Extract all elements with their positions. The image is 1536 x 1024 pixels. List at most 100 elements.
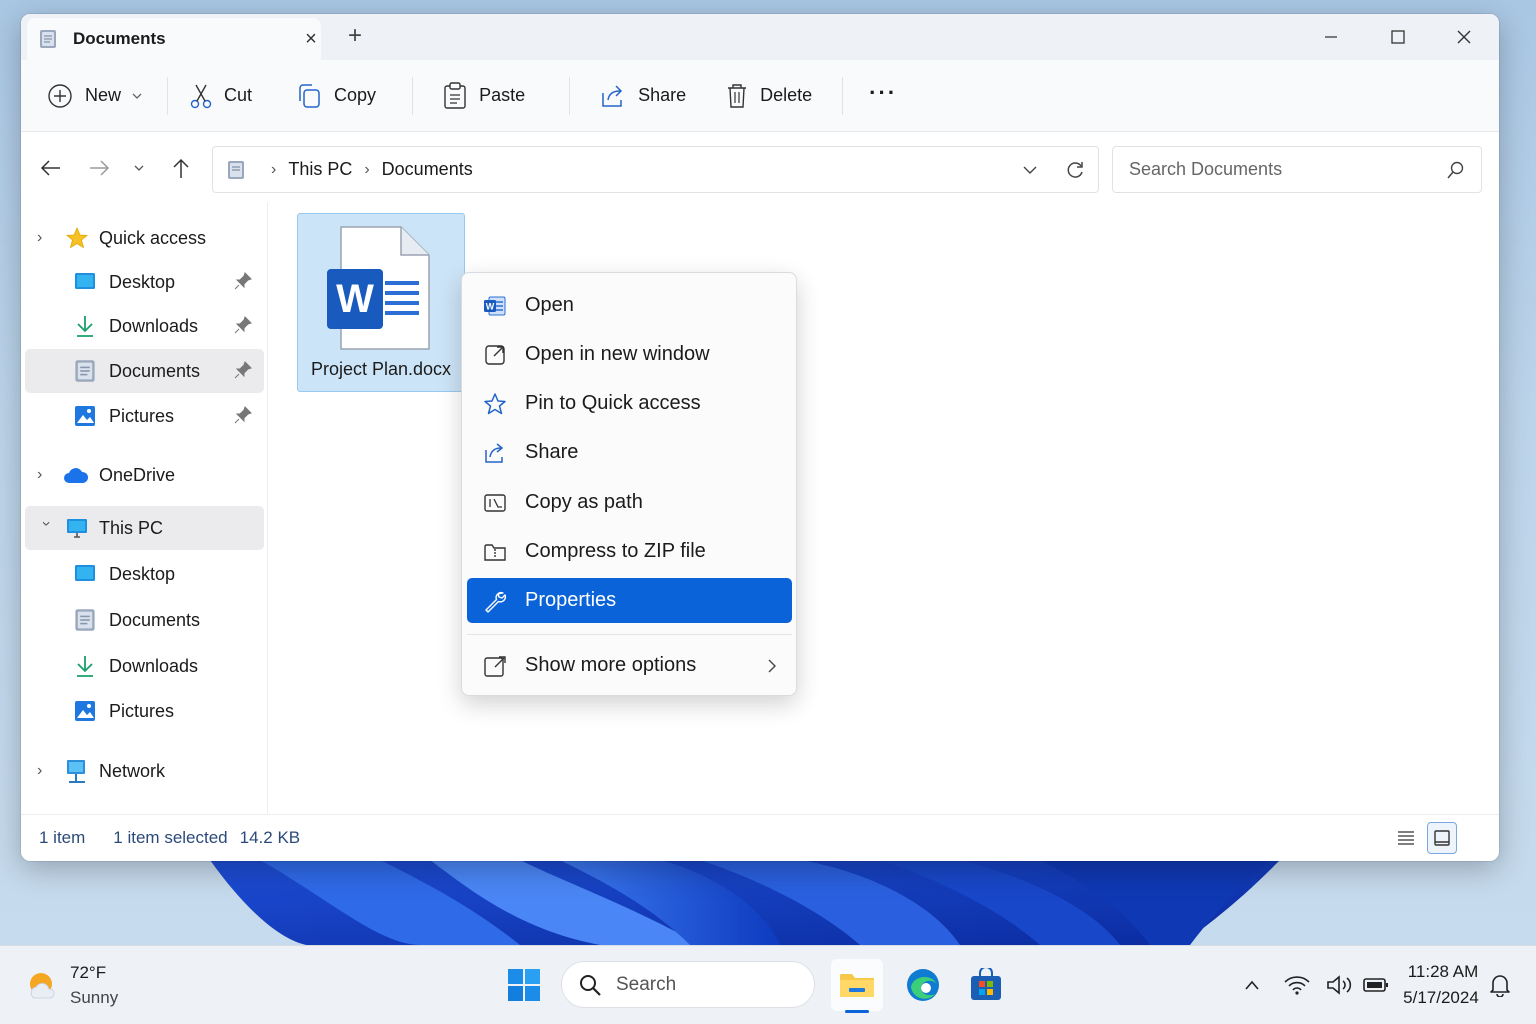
nav-label: Desktop xyxy=(109,563,176,584)
large-icons-view-button[interactable] xyxy=(1427,822,1457,854)
menu-item-label: Pin to Quick access xyxy=(525,392,701,414)
search-icon xyxy=(580,975,601,996)
taskbar-edge[interactable] xyxy=(897,959,949,1011)
nav-quick-access[interactable]: › Quick access xyxy=(25,216,264,260)
taskbar-search[interactable]: Search xyxy=(561,961,815,1008)
wifi-icon xyxy=(1284,976,1310,995)
nav-this-pc[interactable]: › This PC xyxy=(25,506,264,550)
refresh-icon[interactable] xyxy=(1065,160,1085,180)
documents-folder-icon xyxy=(228,160,244,179)
expand-chevron-icon[interactable]: › xyxy=(37,229,51,247)
menu-item-compress-zip[interactable]: Compress to ZIP file xyxy=(467,529,792,574)
breadcrumb-this-pc[interactable]: This PC xyxy=(288,159,352,180)
menu-item-show-more-options[interactable]: Show more options xyxy=(467,643,792,688)
cut-label: Cut xyxy=(224,85,253,105)
address-dropdown-icon[interactable] xyxy=(1022,162,1038,178)
cut-button[interactable]: Cut xyxy=(190,76,252,116)
download-icon xyxy=(77,656,93,677)
speaker-icon xyxy=(1327,975,1352,995)
back-button[interactable] xyxy=(39,156,63,180)
nav-pc-pictures[interactable]: Pictures xyxy=(25,689,264,733)
nav-pc-downloads[interactable]: Downloads xyxy=(25,644,264,688)
delete-button[interactable]: Delete xyxy=(726,76,812,116)
expand-chevron-icon[interactable]: › xyxy=(37,466,51,484)
menu-item-share[interactable]: Share xyxy=(467,430,792,475)
battery-button[interactable] xyxy=(1363,972,1389,998)
new-tab-button[interactable]: + xyxy=(343,24,367,48)
menu-divider xyxy=(467,634,792,635)
network-icon xyxy=(67,760,85,783)
address-bar[interactable]: › This PC › Documents xyxy=(212,146,1099,193)
nav-quick-documents[interactable]: Documents xyxy=(25,349,264,393)
taskbar-file-explorer[interactable] xyxy=(831,959,883,1013)
toolbar-divider xyxy=(842,76,844,115)
breadcrumb-documents[interactable]: Documents xyxy=(382,159,473,180)
pin-icon[interactable] xyxy=(234,406,252,424)
collapse-chevron-icon[interactable]: › xyxy=(37,521,55,535)
share-button[interactable]: Share xyxy=(600,76,686,116)
details-view-button[interactable] xyxy=(1391,822,1421,854)
tab-close-icon[interactable]: × xyxy=(300,28,322,50)
active-indicator xyxy=(845,1010,869,1013)
file-list-pane[interactable]: W Project Plan.docx xyxy=(269,202,1499,814)
nav-onedrive[interactable]: › OneDrive xyxy=(25,453,264,497)
new-label: New xyxy=(85,85,122,105)
nav-quick-downloads[interactable]: Downloads xyxy=(25,304,264,348)
volume-button[interactable] xyxy=(1326,972,1352,998)
recent-locations-button[interactable] xyxy=(127,156,151,180)
svg-text:W: W xyxy=(336,277,374,321)
clock-date: 5/17/2024 xyxy=(1403,988,1479,1007)
show-hidden-icons-button[interactable] xyxy=(1239,972,1265,998)
pictures-icon xyxy=(75,406,95,426)
pin-icon[interactable] xyxy=(234,316,252,334)
svg-text:W: W xyxy=(486,301,495,311)
expand-chevron-icon[interactable]: › xyxy=(37,762,51,780)
address-row: › This PC › Documents Search Documents xyxy=(21,132,1499,202)
documents-icon xyxy=(75,609,95,631)
more-options-button[interactable]: ··· xyxy=(869,73,897,113)
taskbar-store[interactable] xyxy=(960,959,1012,1011)
nav-label: Quick access xyxy=(99,227,207,248)
open-external-icon xyxy=(485,344,505,365)
pin-icon[interactable] xyxy=(234,272,252,290)
nav-label: Downloads xyxy=(109,655,199,676)
minimize-button[interactable] xyxy=(1311,22,1351,52)
forward-button[interactable] xyxy=(87,156,111,180)
windows-logo-icon xyxy=(508,969,540,1001)
copy-button[interactable]: Copy xyxy=(296,76,376,116)
start-button[interactable] xyxy=(498,959,550,1011)
menu-item-label: Open xyxy=(525,294,574,316)
new-button[interactable]: New xyxy=(47,76,143,116)
toolbar-divider xyxy=(412,76,414,115)
pin-icon[interactable] xyxy=(234,361,252,379)
menu-item-properties[interactable]: Properties xyxy=(467,578,792,623)
search-input[interactable]: Search Documents xyxy=(1112,146,1482,193)
tab-documents[interactable]: Documents × xyxy=(27,18,321,60)
file-item[interactable]: W Project Plan.docx xyxy=(297,213,465,392)
menu-item-copy-as-path[interactable]: Copy as path xyxy=(467,480,792,525)
paste-button[interactable]: Paste xyxy=(443,76,525,116)
nav-quick-pictures[interactable]: Pictures xyxy=(25,394,264,438)
menu-item-pin-quick-access[interactable]: Pin to Quick access xyxy=(467,381,792,426)
menu-item-open[interactable]: W Open xyxy=(467,283,792,328)
nav-pc-desktop[interactable]: Desktop xyxy=(25,552,264,596)
store-bag-icon xyxy=(971,968,1001,1000)
menu-item-label: Show more options xyxy=(525,654,697,676)
wifi-button[interactable] xyxy=(1284,972,1310,998)
delete-label: Delete xyxy=(760,85,813,105)
menu-item-label: Properties xyxy=(525,589,617,611)
nav-label: Documents xyxy=(109,609,201,630)
paste-label: Paste xyxy=(479,85,526,105)
file-name: Project Plan.docx xyxy=(310,359,452,379)
search-icon xyxy=(1447,161,1464,179)
close-button[interactable] xyxy=(1444,22,1484,52)
nav-quick-desktop[interactable]: Desktop xyxy=(25,260,264,304)
up-button[interactable] xyxy=(169,156,193,180)
notifications-button[interactable] xyxy=(1487,972,1513,998)
nav-network[interactable]: › Network xyxy=(25,749,264,793)
nav-label: Documents xyxy=(109,360,201,381)
maximize-button[interactable] xyxy=(1378,22,1418,52)
menu-item-open-new-window[interactable]: Open in new window xyxy=(467,332,792,377)
nav-pc-documents[interactable]: Documents xyxy=(25,598,264,642)
scissors-icon xyxy=(190,84,212,108)
